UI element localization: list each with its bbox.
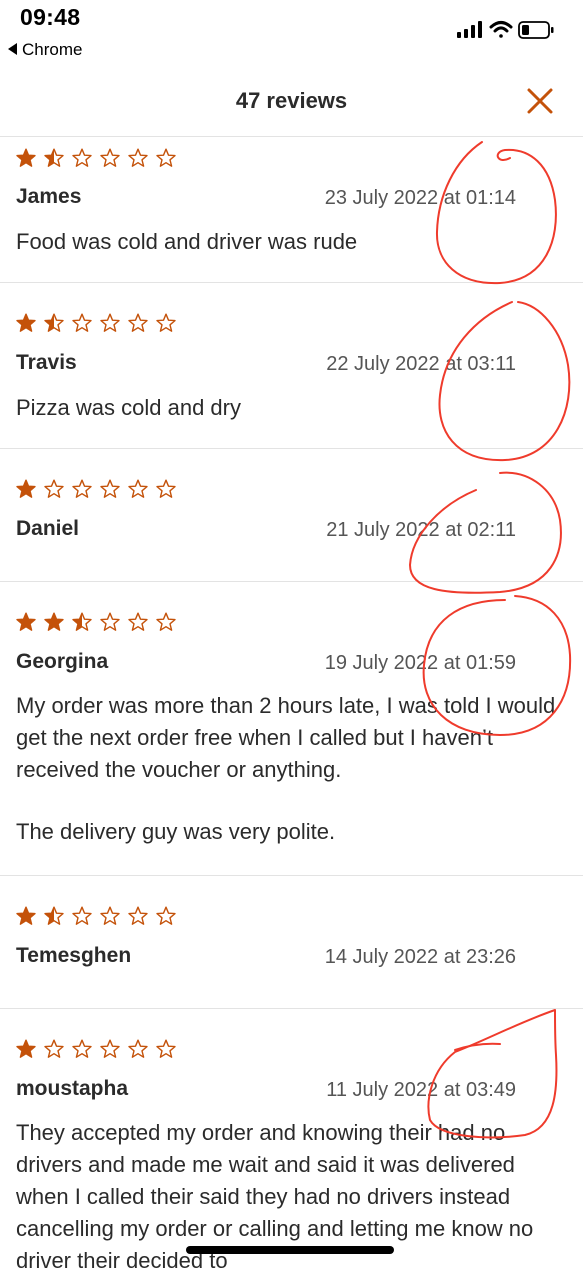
star-empty-icon (128, 1039, 148, 1058)
star-half-icon (44, 906, 64, 925)
star-empty-icon (156, 906, 176, 925)
review-text: Pizza was cold and dry (16, 392, 571, 424)
review-date: 22 July 2022 at 03:11 (326, 353, 516, 375)
star-empty-icon (156, 313, 176, 332)
star-empty-icon (72, 1039, 92, 1058)
star-empty-icon (156, 1039, 176, 1058)
star-empty-icon (100, 148, 120, 167)
star-empty-icon (156, 148, 176, 167)
star-empty-icon (100, 479, 120, 498)
star-half-icon (44, 148, 64, 167)
star-filled-icon (16, 612, 36, 631)
star-filled-icon (16, 906, 36, 925)
star-empty-icon (128, 313, 148, 332)
review-item: James 23 July 2022 at 01:14 Food was col… (0, 137, 583, 283)
reviewer-name: moustapha (16, 1077, 129, 1100)
reviewer-name: Temesghen (16, 944, 132, 967)
reviewer-name: Georgina (16, 650, 109, 673)
reviews-count-title: 47 reviews (235, 88, 348, 113)
review-text: They accepted my order and knowing their… (16, 1117, 571, 1277)
back-triangle-icon (8, 43, 17, 55)
star-empty-icon (128, 612, 148, 631)
back-app-label: Chrome (22, 40, 83, 59)
reviewer-name: Daniel (16, 517, 80, 540)
system-icons (455, 18, 565, 40)
reviewer-name: James (16, 185, 82, 208)
star-empty-icon (72, 906, 92, 925)
star-rating (16, 611, 186, 633)
star-filled-icon (44, 612, 64, 631)
star-empty-icon (72, 479, 92, 498)
star-empty-icon (44, 1039, 64, 1058)
status-time: 09:48 (20, 4, 81, 30)
review-paragraph: Pizza was cold and dry (16, 395, 241, 420)
star-empty-icon (128, 148, 148, 167)
star-empty-icon (100, 612, 120, 631)
review-text: Food was cold and driver was rude (16, 226, 571, 258)
review-item: moustapha 11 July 2022 at 03:49 They acc… (0, 1009, 583, 1279)
reviewer-name: Travis (16, 351, 77, 374)
review-paragraph: Food was cold and driver was rude (16, 229, 358, 254)
star-empty-icon (100, 313, 120, 332)
star-empty-icon (72, 313, 92, 332)
star-rating (16, 1038, 186, 1060)
review-paragraph: My order was more than 2 hours late, I w… (16, 693, 556, 782)
star-empty-icon (100, 906, 120, 925)
star-empty-icon (128, 479, 148, 498)
close-icon (527, 88, 553, 114)
battery-icon (518, 21, 554, 39)
star-rating (16, 905, 186, 927)
star-rating (16, 147, 186, 169)
review-item: Temesghen 14 July 2022 at 23:26 (0, 876, 583, 1009)
star-filled-icon (16, 1039, 36, 1058)
star-rating (16, 478, 186, 500)
review-item: Travis 22 July 2022 at 03:11 Pizza was c… (0, 283, 583, 449)
status-bar: 09:48 Chrome (0, 0, 583, 66)
star-empty-icon (156, 612, 176, 631)
review-date: 14 July 2022 at 23:26 (324, 946, 516, 968)
wifi-icon (489, 21, 513, 38)
review-date: 23 July 2022 at 01:14 (324, 187, 516, 209)
star-empty-icon (100, 1039, 120, 1058)
star-filled-icon (16, 313, 36, 332)
review-paragraph: The delivery guy was very polite. (16, 819, 336, 844)
star-half-icon (44, 313, 64, 332)
review-text: My order was more than 2 hours late, I w… (16, 690, 571, 848)
star-half-icon (72, 612, 92, 631)
star-rating (16, 312, 186, 334)
star-filled-icon (16, 479, 36, 498)
cellular-signal-icon (457, 21, 482, 38)
review-date: 19 July 2022 at 01:59 (324, 652, 516, 674)
star-empty-icon (72, 148, 92, 167)
star-empty-icon (156, 479, 176, 498)
reviews-header: 47 reviews (0, 66, 583, 137)
review-paragraph: They accepted my order and knowing their… (16, 1120, 534, 1273)
star-filled-icon (16, 148, 36, 167)
star-empty-icon (44, 479, 64, 498)
back-to-app-link[interactable]: Chrome (8, 40, 82, 60)
star-empty-icon (128, 906, 148, 925)
review-date: 11 July 2022 at 03:49 (326, 1079, 516, 1101)
close-button[interactable] (525, 86, 555, 116)
review-item: Daniel 21 July 2022 at 02:11 (0, 449, 583, 582)
review-date: 21 July 2022 at 02:11 (326, 519, 516, 541)
review-item: Georgina 19 July 2022 at 01:59 My order … (0, 582, 583, 876)
